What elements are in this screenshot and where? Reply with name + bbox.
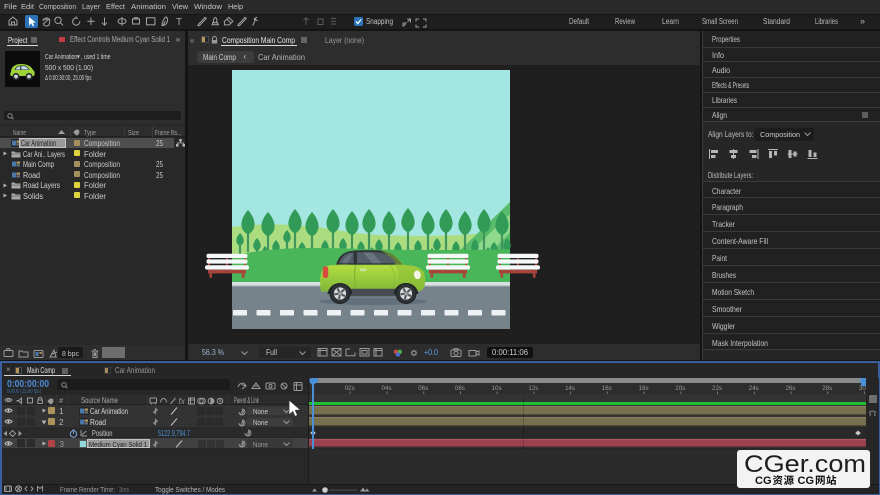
svg-text:02s: 02s xyxy=(345,385,355,392)
svg-text:08s: 08s xyxy=(455,385,465,392)
svg-text:CG: CG xyxy=(798,474,815,486)
svg-text:22s: 22s xyxy=(712,385,722,392)
svg-text:12s: 12s xyxy=(528,385,538,392)
svg-text:20s: 20s xyxy=(675,385,685,392)
svg-text:CG: CG xyxy=(755,474,772,486)
svg-text:10s: 10s xyxy=(492,385,502,392)
svg-text:18s: 18s xyxy=(639,385,649,392)
svg-text:14s: 14s xyxy=(565,385,575,392)
svg-text:16s: 16s xyxy=(602,385,612,392)
svg-text:28s: 28s xyxy=(822,385,832,392)
svg-text:04s: 04s xyxy=(382,385,392,392)
svg-text:06s: 06s xyxy=(418,385,428,392)
svg-text:26s: 26s xyxy=(786,385,796,392)
svg-text:24s: 24s xyxy=(749,385,759,392)
